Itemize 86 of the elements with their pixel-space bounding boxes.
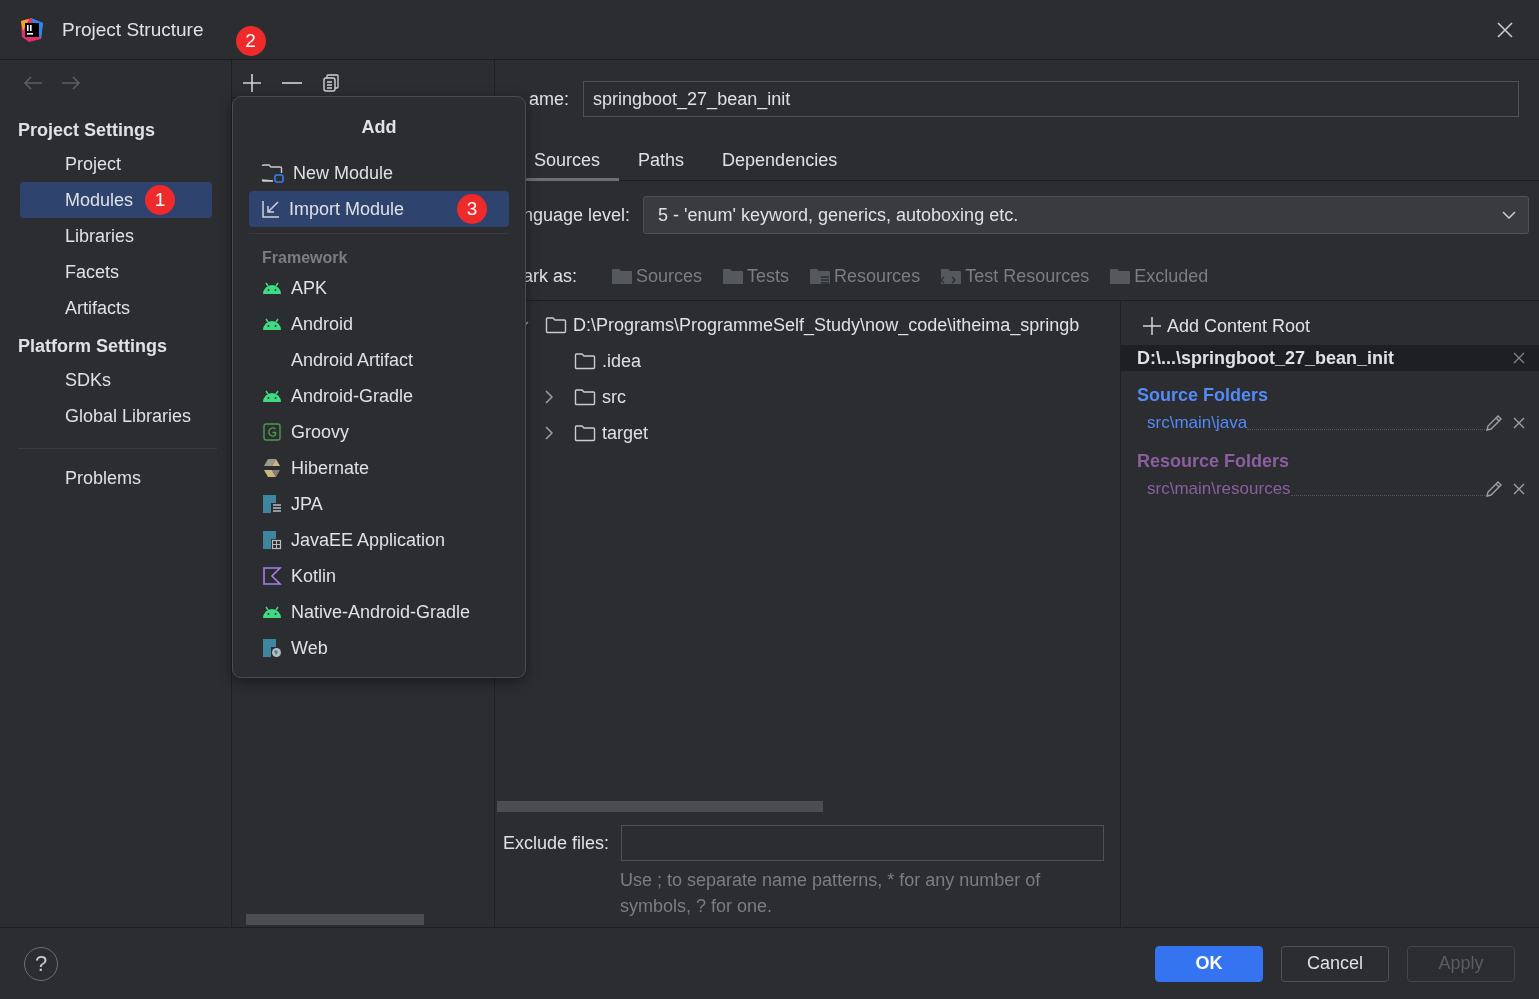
hibernate-icon: [262, 458, 282, 478]
menu-item[interactable]: Android: [249, 306, 509, 342]
menu-item[interactable]: JavaEE Application: [249, 522, 509, 558]
menu-item[interactable]: Native-Android-Gradle: [249, 594, 509, 630]
folder-icon: [1109, 267, 1132, 285]
chevron-right-icon[interactable]: [545, 426, 553, 440]
remove-icon[interactable]: [282, 80, 302, 85]
menu-item[interactable]: APK: [249, 270, 509, 306]
kotlin-icon: [262, 566, 282, 586]
close-icon[interactable]: [1497, 21, 1513, 38]
javaee-icon: [262, 530, 282, 550]
tree-item[interactable]: src: [602, 386, 626, 408]
android-icon: [261, 389, 283, 403]
menu-item[interactable]: Kotlin: [249, 558, 509, 594]
sidebar-item[interactable]: Project: [20, 146, 212, 182]
folder-icon: [574, 352, 596, 370]
sidebar-item[interactable]: Facets: [20, 254, 212, 290]
pencil-icon[interactable]: [1485, 480, 1503, 498]
menu-item[interactable]: Android Artifact: [249, 342, 509, 378]
scrollbar[interactable]: [497, 801, 823, 812]
sidebar-item[interactable]: Modules 1: [20, 182, 212, 218]
folder-icon: [809, 267, 832, 285]
add-icon: [1143, 317, 1161, 335]
folder-icon: [261, 163, 285, 183]
dialog-button[interactable]: Cancel: [1281, 945, 1389, 982]
annotation-badge: 3: [457, 194, 487, 224]
annotation-badge: 2: [235, 25, 266, 56]
menu-item[interactable]: Android-Gradle: [249, 378, 509, 414]
sidebar-item[interactable]: Problems: [20, 460, 212, 496]
import-arrow-icon: [261, 199, 281, 219]
sidebar-item[interactable]: Artifacts: [20, 290, 212, 326]
exclude-files-label: Exclude files:: [503, 832, 610, 854]
menu-item[interactable]: Hibernate: [249, 450, 509, 486]
tab[interactable]: Paths: [619, 142, 704, 181]
folder-group-heading: Resource Folders: [1137, 450, 1291, 473]
section-heading: Project Settings: [17, 119, 157, 142]
dialog-button[interactable]: OK: [1155, 945, 1263, 982]
sidebar-item[interactable]: Global Libraries: [20, 398, 212, 434]
folder-group-heading: Source Folders: [1137, 384, 1270, 407]
folder-icon: [574, 388, 596, 406]
tab[interactable]: Dependencies: [703, 142, 857, 181]
folder-icon: [574, 424, 596, 442]
folder-icon: [722, 267, 745, 285]
section-heading: Framework: [261, 248, 349, 268]
app-logo-icon: [19, 16, 45, 43]
tree-item[interactable]: D:\Programs\ProgrammeSelf_Study\now_code\itheima_springb: [573, 314, 1080, 336]
menu-item[interactable]: Web: [249, 630, 509, 666]
chevron-down-icon: [1502, 211, 1516, 219]
groovy-icon: [263, 423, 281, 441]
folder-icon: [545, 316, 567, 334]
web-icon: [262, 638, 282, 658]
annotation-badge: 1: [145, 185, 176, 215]
sidebar-item[interactable]: SDKs: [20, 362, 212, 398]
menu-item[interactable]: Import Module 3: [249, 191, 509, 227]
menu-item[interactable]: JPA: [249, 486, 509, 522]
window-title: Project Structure: [62, 18, 204, 41]
close-icon[interactable]: [1513, 352, 1525, 364]
tree-item[interactable]: .idea: [602, 350, 642, 372]
exclude-files-field[interactable]: [621, 825, 1105, 861]
tree-item[interactable]: target: [602, 422, 649, 444]
add-icon[interactable]: [242, 72, 262, 93]
android-icon: [261, 605, 283, 619]
android-icon: [261, 317, 283, 331]
jpa-icon: [262, 494, 282, 514]
scrollbar[interactable]: [246, 914, 424, 925]
section-heading: Platform Settings: [17, 335, 169, 358]
chevron-right-icon[interactable]: [545, 390, 553, 404]
folder-path: src\main\resources: [1147, 479, 1291, 499]
android-icon: [261, 281, 283, 295]
sidebar-item[interactable]: Libraries: [20, 218, 212, 254]
name-label: ame:: [529, 88, 570, 110]
close-icon[interactable]: [1513, 483, 1525, 495]
copy-icon[interactable]: [322, 73, 340, 92]
menu-item[interactable]: Groovy: [249, 414, 509, 450]
menu-item[interactable]: New Module: [249, 155, 509, 191]
close-icon[interactable]: [1513, 417, 1525, 429]
content-root-path: D:\...\springboot_27_bean_init: [1137, 347, 1395, 369]
pencil-icon[interactable]: [1485, 414, 1503, 432]
language-level-dropdown[interactable]: 5 - 'enum' keyword, generics, autoboxing etc.: [643, 196, 1529, 234]
menu-title: Add: [360, 116, 398, 139]
name-field[interactable]: springboot_27_bean_init: [583, 81, 1519, 117]
folder-icon: [940, 267, 963, 285]
folder-icon: [611, 267, 634, 285]
hint-text: Use ; to separate name patterns, * for any number of symbols, ? for one.: [619, 869, 1042, 918]
add-content-root-button[interactable]: Add Content Root: [1143, 309, 1311, 343]
folder-path: src\main\java: [1147, 413, 1248, 433]
